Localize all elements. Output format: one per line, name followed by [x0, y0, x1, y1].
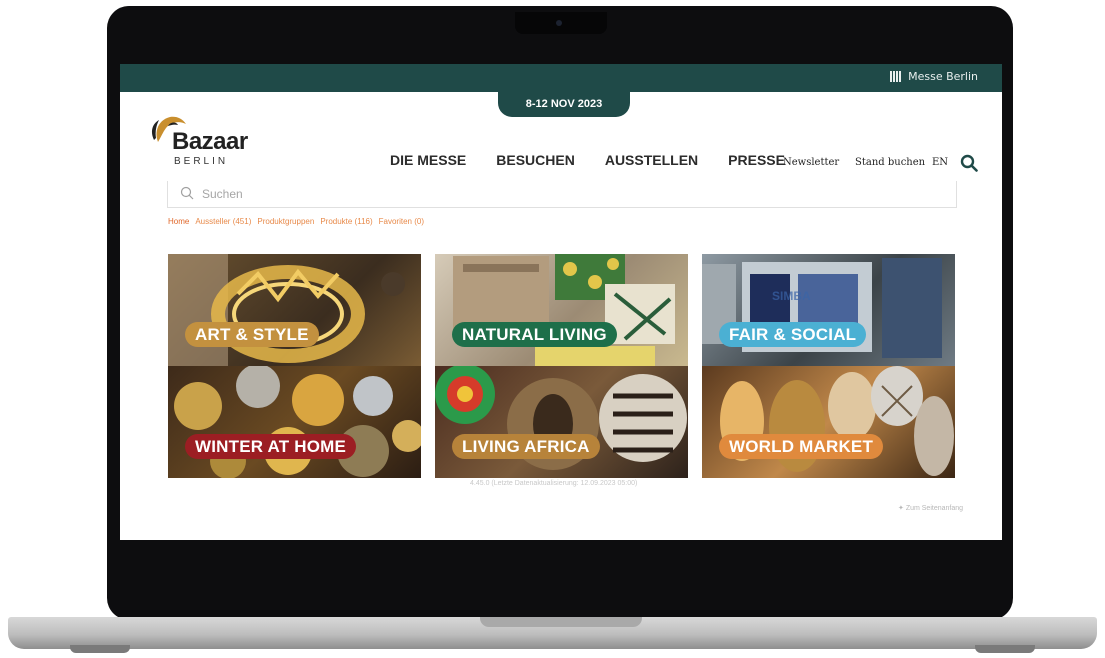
search-input[interactable]: Suchen [167, 181, 957, 208]
category-tile-living-africa[interactable]: LIVING AFRICA [435, 366, 688, 478]
search-placeholder: Suchen [202, 187, 243, 201]
tile-label-living-africa: LIVING AFRICA [452, 434, 600, 459]
newsletter-link[interactable]: Newsletter [783, 157, 839, 168]
logo-subtitle: BERLIN [174, 156, 229, 167]
breadcrumb: Home Aussteller (451) Produktgruppen Pro… [168, 217, 424, 226]
tile-label-world-market: WORLD MARKET [719, 434, 884, 459]
top-bar: Messe Berlin [120, 64, 1002, 92]
crumb-favoriten[interactable]: Favoriten (0) [379, 217, 424, 226]
crumb-produktgruppen[interactable]: Produktgruppen [257, 217, 314, 226]
laptop-foot [975, 645, 1035, 653]
winter-at-home-image [174, 366, 421, 478]
tile-label-art-style: ART & STYLE [185, 322, 319, 347]
back-to-top-link[interactable]: ✦ Zum Seitenanfang [898, 504, 963, 512]
stand-buchen-link[interactable]: Stand buchen [855, 157, 925, 168]
tile-label-natural-living: NATURAL LIVING [452, 322, 617, 347]
category-tile-world-market[interactable]: WORLD MARKET [702, 366, 955, 478]
art-style-image [168, 254, 405, 366]
language-switch[interactable]: EN [932, 157, 948, 168]
living-africa-image [435, 366, 687, 470]
category-tile-natural-living[interactable]: NATURAL LIVING [435, 254, 688, 366]
nav-besuchen[interactable]: BESUCHEN [481, 152, 590, 184]
screen-lower-bezel [120, 540, 1002, 596]
messe-berlin-link[interactable]: Messe Berlin [890, 70, 978, 83]
logo-wordmark: Bazaar [172, 128, 248, 155]
nav-ausstellen[interactable]: AUSSTELLEN [590, 152, 713, 184]
laptop-base-notch [480, 617, 642, 627]
laptop-foot [70, 645, 130, 653]
search-icon[interactable] [960, 154, 978, 172]
category-tile-fair-social[interactable]: SIMBA FAIR & SOCIAL [702, 254, 955, 366]
arrow-up-icon: ✦ [898, 505, 906, 512]
category-tile-art-style[interactable]: ART & STYLE [168, 254, 421, 366]
main-nav: DIE MESSE BESUCHEN AUSSTELLEN PRESSE [375, 152, 800, 184]
natural-living-image [453, 254, 675, 366]
svg-text:SIMBA: SIMBA [772, 289, 811, 303]
back-to-top-label: Zum Seitenanfang [905, 505, 964, 512]
tile-label-fair-social: FAIR & SOCIAL [719, 322, 867, 347]
crumb-produkte[interactable]: Produkte (116) [320, 217, 372, 226]
world-market-image [720, 366, 954, 476]
browser-screen: Messe Berlin 8-12 NOV 2023 Bazaar BERLIN… [120, 64, 1002, 540]
data-update-note: 4.45.0 (Letzte Datenaktualisierung: 12.0… [470, 480, 638, 487]
search-icon [180, 186, 194, 200]
crumb-home[interactable]: Home [168, 217, 189, 226]
messe-berlin-label: Messe Berlin [908, 70, 978, 83]
crumb-aussteller[interactable]: Aussteller (451) [195, 217, 251, 226]
event-date-tab: 8-12 NOV 2023 [498, 91, 630, 117]
tile-label-winter-at-home: WINTER AT HOME [185, 434, 357, 459]
messe-berlin-icon [890, 71, 904, 82]
category-tile-winter-at-home[interactable]: WINTER AT HOME [168, 366, 421, 478]
nav-die-messe[interactable]: DIE MESSE [375, 152, 481, 184]
camera-icon [556, 20, 562, 26]
fair-social-image: SIMBA [702, 258, 942, 358]
